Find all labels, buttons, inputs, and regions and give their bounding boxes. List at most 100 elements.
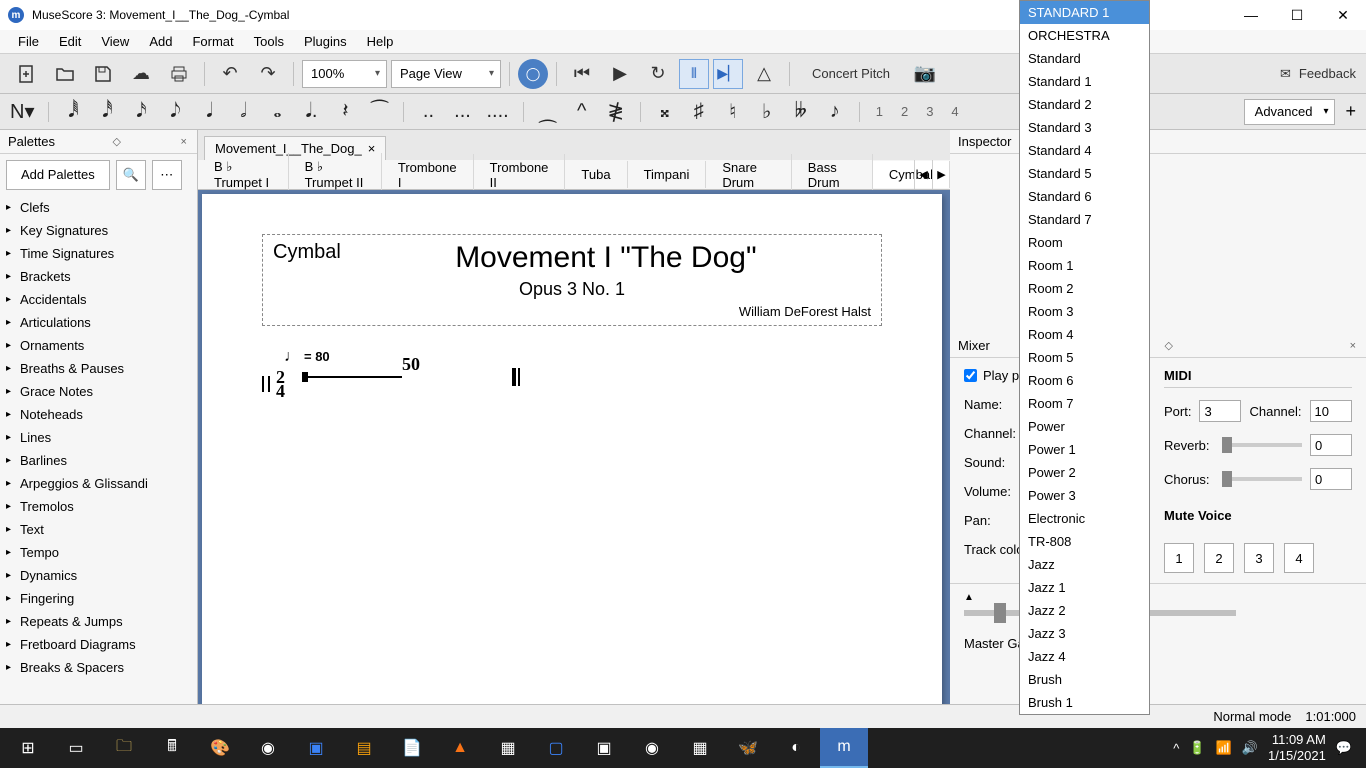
slur-button[interactable]: ⁔ xyxy=(538,97,558,127)
palette-item[interactable]: Ornaments xyxy=(0,334,197,357)
palette-item[interactable]: Breaths & Pauses xyxy=(0,357,197,380)
palette-item[interactable]: Noteheads xyxy=(0,403,197,426)
dropdown-item[interactable]: Power 1 xyxy=(1020,438,1149,461)
palettes-undock[interactable]: ◇ xyxy=(111,135,123,148)
note-dot[interactable]: 𝅘𝅥. xyxy=(301,97,321,127)
new-score-button[interactable] xyxy=(10,57,44,91)
tray-volume-icon[interactable]: 🔊 xyxy=(1242,740,1258,756)
palette-item[interactable]: Grace Notes xyxy=(0,380,197,403)
tray-up-icon[interactable]: ^ xyxy=(1173,741,1179,756)
multimeasure-rest-count[interactable]: 50 xyxy=(402,354,420,375)
task-view[interactable]: ▭ xyxy=(52,728,100,768)
dropdown-item[interactable]: Room 1 xyxy=(1020,254,1149,277)
sharp-button[interactable]: ♯ xyxy=(689,97,709,127)
loop-toggle[interactable]: ↻ xyxy=(641,57,675,91)
rest-button[interactable]: 𝄽 xyxy=(335,97,355,127)
sound-dropdown[interactable]: STANDARD 1ORCHESTRAStandardStandard 1Sta… xyxy=(1019,0,1150,715)
tuplet-button[interactable]: ≹ xyxy=(606,97,626,127)
redo-button[interactable]: ↷ xyxy=(251,57,285,91)
file-explorer-icon[interactable]: 🗀 xyxy=(100,728,148,768)
dropdown-item[interactable]: Brush xyxy=(1020,668,1149,691)
palette-more-button[interactable]: ⋯ xyxy=(152,160,182,190)
menu-help[interactable]: Help xyxy=(357,32,404,51)
note-quarter[interactable]: 𝅘𝅥 xyxy=(199,97,219,127)
play-button[interactable]: ▶ xyxy=(603,57,637,91)
mixer-undock[interactable]: ◇ xyxy=(1162,339,1174,352)
tray-wifi-icon[interactable]: 📶 xyxy=(1216,740,1232,756)
palette-search-button[interactable]: 🔍 xyxy=(116,160,146,190)
double-flat-button[interactable]: 𝄫 xyxy=(791,97,811,127)
reverb-slider[interactable] xyxy=(1222,443,1302,447)
note-16th[interactable]: 𝅘𝅥𝅯 xyxy=(131,97,151,127)
maximize-button[interactable]: ☐ xyxy=(1274,0,1320,30)
notifications-icon[interactable]: 💬 xyxy=(1336,740,1352,756)
palette-item[interactable]: Accidentals xyxy=(0,288,197,311)
note-half[interactable]: 𝅗𝅥 xyxy=(233,97,253,127)
midi-channel-spinner[interactable]: 10 xyxy=(1310,400,1352,422)
palettes-close[interactable]: × xyxy=(179,136,189,148)
app-icon-5[interactable]: ◉ xyxy=(628,728,676,768)
mute-voice-2[interactable]: 2 xyxy=(1204,543,1234,573)
cloud-button[interactable]: ☁ xyxy=(124,57,158,91)
voice-4[interactable]: 4 xyxy=(949,104,960,119)
app-icon-3[interactable]: ▦ xyxy=(484,728,532,768)
score-canvas[interactable]: Cymbal Movement I "The Dog" Opus 3 No. 1… xyxy=(198,190,950,728)
palette-item[interactable]: Repeats & Jumps xyxy=(0,610,197,633)
palette-item[interactable]: Time Signatures xyxy=(0,242,197,265)
metronome-button[interactable]: △ xyxy=(747,57,781,91)
tempo-mark[interactable]: ♩ = 80 xyxy=(284,348,330,366)
note-input-mode[interactable]: N▾ xyxy=(10,97,34,127)
notepad-icon[interactable]: 📄 xyxy=(388,728,436,768)
view-mode-combo[interactable]: Page View xyxy=(391,60,501,88)
marcato-button[interactable]: ^ xyxy=(572,97,592,127)
image-capture-button[interactable]: 📷 xyxy=(908,57,942,91)
score-title[interactable]: Movement I "The Dog" xyxy=(273,241,871,275)
musescore-taskbar-icon[interactable]: m xyxy=(820,728,868,768)
menu-tools[interactable]: Tools xyxy=(244,32,294,51)
palette-item[interactable]: Arpeggios & Glissandi xyxy=(0,472,197,495)
palette-item[interactable]: Tempo xyxy=(0,541,197,564)
score-subtitle[interactable]: Opus 3 No. 1 xyxy=(273,279,871,300)
palette-item[interactable]: Fingering xyxy=(0,587,197,610)
dropdown-item[interactable]: Jazz 2 xyxy=(1020,599,1149,622)
menu-plugins[interactable]: Plugins xyxy=(294,32,357,51)
palette-item[interactable]: Breaks & Spacers xyxy=(0,656,197,679)
part-instrument-name[interactable]: Cymbal xyxy=(273,241,341,264)
double-sharp-button[interactable]: 𝄪 xyxy=(655,97,675,127)
dropdown-item[interactable]: Room 6 xyxy=(1020,369,1149,392)
mute-voice-3[interactable]: 3 xyxy=(1244,543,1274,573)
dropdown-item[interactable]: Standard 2 xyxy=(1020,93,1149,116)
rewind-button[interactable]: ⏮ xyxy=(565,57,599,91)
part-tab[interactable]: Tuba xyxy=(565,161,627,188)
menu-file[interactable]: File xyxy=(8,32,49,51)
reverb-value[interactable]: 0 xyxy=(1310,434,1352,456)
minimize-button[interactable]: — xyxy=(1228,0,1274,30)
feedback-button[interactable]: Feedback xyxy=(1299,66,1356,81)
mixer-close[interactable]: × xyxy=(1348,340,1358,352)
add-palettes-button[interactable]: Add Palettes xyxy=(6,160,110,190)
open-button[interactable] xyxy=(48,57,82,91)
note-64th[interactable]: 𝅘𝅥𝅱 xyxy=(63,97,83,127)
concert-pitch-button[interactable]: Concert Pitch xyxy=(798,60,904,87)
print-button[interactable] xyxy=(162,57,196,91)
dropdown-item[interactable]: Jazz 1 xyxy=(1020,576,1149,599)
dropdown-item[interactable]: STANDARD 1 xyxy=(1020,1,1149,24)
zoom-combo[interactable]: 100% xyxy=(302,60,387,88)
dropdown-item[interactable]: Standard 1 xyxy=(1020,70,1149,93)
mute-voice-1[interactable]: 1 xyxy=(1164,543,1194,573)
calculator-icon[interactable]: 🖩 xyxy=(148,728,196,768)
voice-1[interactable]: 1 xyxy=(874,104,885,119)
palette-item[interactable]: Text xyxy=(0,518,197,541)
palette-item[interactable]: Dynamics xyxy=(0,564,197,587)
midi-port-spinner[interactable]: 3 xyxy=(1199,400,1241,422)
palette-item[interactable]: Lines xyxy=(0,426,197,449)
palette-item[interactable]: Fretboard Diagrams xyxy=(0,633,197,656)
flat-button[interactable]: ♭ xyxy=(757,97,777,127)
app-icon-4[interactable]: ▣ xyxy=(580,728,628,768)
app-icon-2[interactable]: ▤ xyxy=(340,728,388,768)
dropdown-item[interactable]: Standard 4 xyxy=(1020,139,1149,162)
pan-playback-button[interactable]: ▶▏ xyxy=(713,59,743,89)
start-button[interactable]: ⊞ xyxy=(4,728,52,768)
palette-item[interactable]: Key Signatures xyxy=(0,219,197,242)
part-tabs-left[interactable]: ◀ xyxy=(914,160,932,189)
